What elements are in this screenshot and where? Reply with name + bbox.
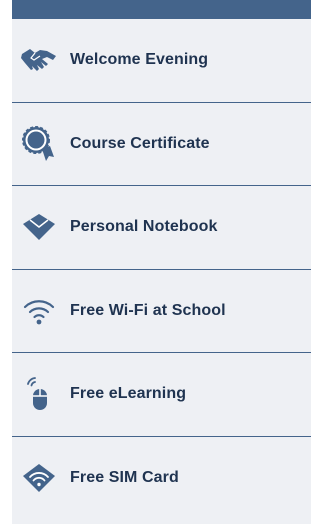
benefit-item-course-certificate: Course Certificate	[12, 103, 311, 186]
benefit-label: Welcome Evening	[70, 51, 209, 69]
wireless-mouse-icon	[20, 375, 58, 413]
benefit-item-free-wifi: Free Wi-Fi at School	[12, 270, 311, 353]
award-ribbon-icon	[20, 125, 58, 163]
handshake-icon	[20, 41, 58, 79]
benefit-item-free-sim-card: Free SIM Card	[12, 437, 311, 521]
benefit-label: Course Certificate	[70, 134, 210, 152]
panel-header-bar	[12, 0, 311, 19]
benefit-label: Free Wi-Fi at School	[70, 301, 226, 319]
wifi-icon	[20, 292, 58, 330]
benefit-item-welcome-evening: Welcome Evening	[12, 19, 311, 103]
benefit-label: Free eLearning	[70, 385, 187, 403]
benefits-panel: Welcome Evening Course Certificate Perso…	[0, 0, 323, 524]
notebook-diamond-icon	[20, 208, 58, 246]
benefit-label: Free SIM Card	[70, 469, 179, 487]
benefit-label: Personal Notebook	[70, 218, 218, 236]
benefit-item-free-elearning: Free eLearning	[12, 353, 311, 437]
sim-card-wifi-icon	[20, 459, 58, 497]
benefits-list: Welcome Evening Course Certificate Perso…	[12, 19, 311, 524]
benefit-item-personal-notebook: Personal Notebook	[12, 186, 311, 270]
